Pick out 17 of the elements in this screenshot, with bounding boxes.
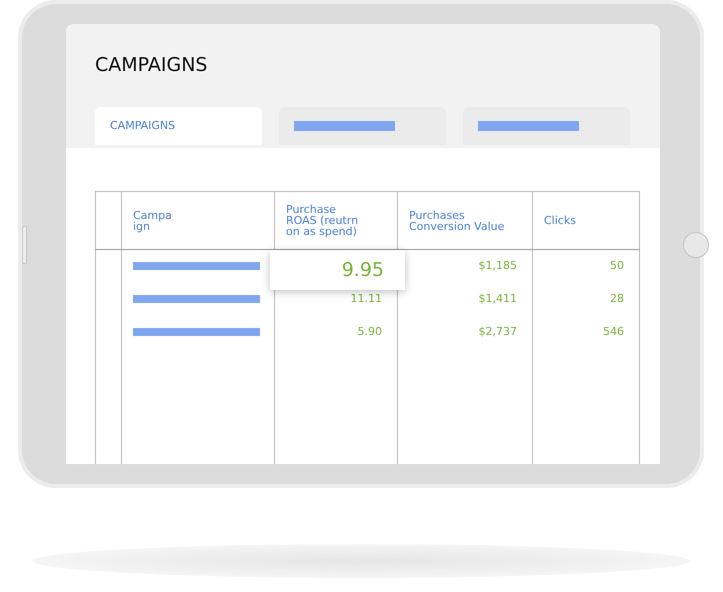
page-title: CAMPAIGNS bbox=[95, 56, 208, 75]
tab[interactable] bbox=[279, 107, 446, 145]
table-cell-text: $1,185 bbox=[478, 258, 517, 274]
column-header: Campa ign bbox=[133, 210, 172, 232]
column-header: Clicks bbox=[544, 215, 576, 226]
table-cell-text: $1,411 bbox=[478, 290, 517, 307]
tab[interactable] bbox=[463, 107, 630, 145]
table-cell-text: 5.90 bbox=[358, 324, 382, 340]
table-cell-text: 546 bbox=[603, 324, 624, 340]
column-header: Purchase ROAS (reutrn on as spend) bbox=[286, 204, 358, 237]
table-cell-text: 28 bbox=[610, 290, 624, 307]
column-header: Purchases Conversion Value bbox=[409, 210, 504, 232]
highlighted-cell: 9.95 bbox=[270, 250, 405, 290]
table-cell-text: 50 bbox=[610, 258, 624, 274]
table-cell-text: $2,737 bbox=[478, 324, 517, 340]
table-cell-text: 11.11 bbox=[350, 290, 382, 307]
tab[interactable]: CAMPAIGNS bbox=[95, 107, 262, 145]
